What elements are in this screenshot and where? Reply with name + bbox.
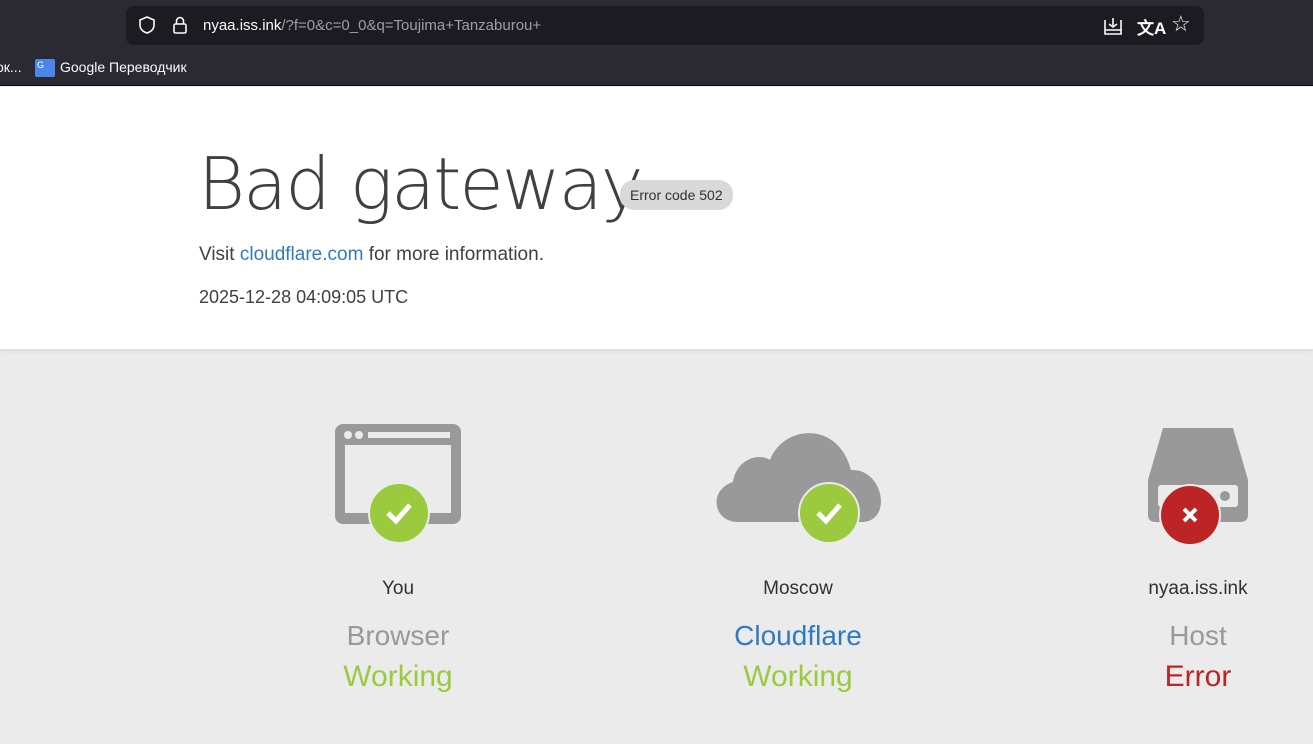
server-icon (1148, 428, 1248, 545)
download-icon[interactable] (1102, 15, 1124, 37)
browser-toolbar: nyaa.iss.ink/?f=0&c=0_0&q=Toujima+Tanzab… (0, 0, 1313, 86)
cloudflare-link[interactable]: cloudflare.com (240, 244, 364, 265)
lock-icon[interactable] (171, 15, 189, 35)
browser-window-icon (335, 424, 461, 544)
node-location: nyaa.iss.ink (1148, 578, 1248, 599)
node-kind: Browser (346, 620, 450, 651)
url-text[interactable]: nyaa.iss.ink/?f=0&c=0_0&q=Toujima+Tanzab… (203, 17, 541, 34)
shield-icon[interactable] (137, 15, 157, 35)
cloud-icon (716, 433, 881, 544)
address-bar[interactable]: nyaa.iss.ink/?f=0&c=0_0&q=Toujima+Tanzab… (126, 6, 1204, 45)
node-status: Working (743, 660, 853, 693)
star-icon[interactable]: ☆ (1171, 11, 1191, 37)
check-icon (798, 482, 860, 544)
node-cloudflare: Moscow Cloudflare Working (668, 420, 928, 693)
node-status: Error (1164, 660, 1232, 693)
visit-prefix: Visit (199, 244, 235, 265)
node-location: You (381, 578, 415, 599)
visit-suffix: for more information. (368, 244, 544, 265)
node-kind: Cloudflare (734, 620, 862, 651)
url-path: /?f=0&c=0_0&q=Toujima+Tanzaburou+ (281, 17, 542, 34)
error-code-badge: Error code 502 (620, 180, 733, 210)
node-browser: You Browser Working (268, 420, 528, 693)
node-kind: Host (1169, 620, 1227, 651)
google-translate-icon: G (35, 59, 55, 77)
node-status: Working (343, 660, 453, 693)
check-icon (368, 482, 430, 544)
translate-icon[interactable]: 文A (1137, 14, 1166, 39)
bookmark-item[interactable]: Google Переводчик (60, 59, 187, 75)
page-title: Bad gateway (198, 142, 643, 226)
timestamp: 2025-12-28 04:09:05 UTC (199, 287, 409, 307)
error-header: Bad gateway Error code 502 Visit cloudfl… (0, 87, 1313, 349)
bookmark-item[interactable]: ок... (0, 59, 22, 75)
url-host: nyaa.iss.ink (203, 17, 282, 34)
node-host: nyaa.iss.ink Host Error (1068, 420, 1313, 693)
node-location: Moscow (763, 578, 833, 599)
visit-text: Visit cloudflare.com for more informatio… (199, 244, 544, 266)
